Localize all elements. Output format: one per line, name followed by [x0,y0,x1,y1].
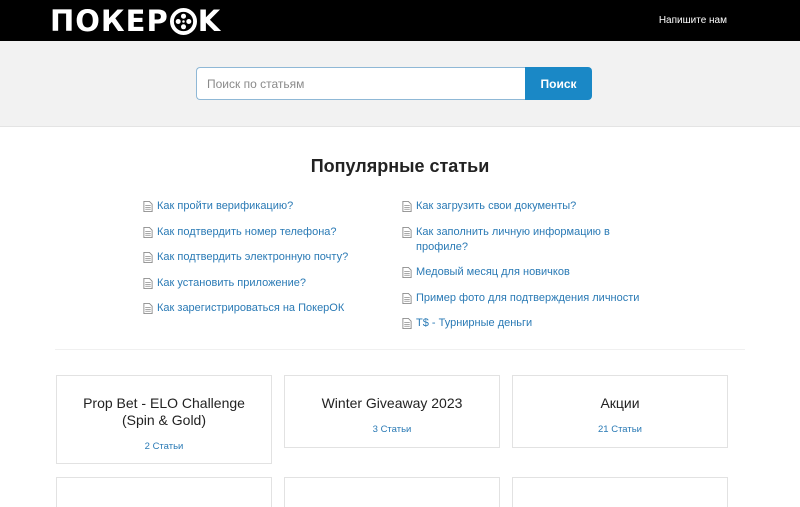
list-item[interactable]: Как заполнить личную информацию в профил… [402,225,642,255]
article-link[interactable]: Как зарегистрироваться на ПокерОК [157,301,344,316]
document-icon [402,318,412,329]
article-link[interactable]: Как загрузить свои документы? [416,199,576,214]
category-article-count[interactable]: 21 Статьи [513,424,727,435]
film-reel-icon [169,7,197,35]
document-icon [402,201,412,212]
document-icon [143,252,153,263]
document-icon [402,226,412,238]
popular-articles-title: Популярные статьи [310,156,490,176]
logo[interactable]: ПОКЕР K [50,6,221,36]
list-item[interactable]: Как установить приложение? [143,276,393,291]
article-link[interactable]: T$ - Турнирные деньги [416,316,532,331]
article-link[interactable]: Как пройти верификацию? [157,199,293,214]
document-icon [143,226,153,238]
list-item[interactable]: Как подтвердить номер телефона? [143,225,393,240]
popular-articles-left: Как пройти верификацию? Как подтвердить … [143,199,393,327]
list-item[interactable]: T$ - Турнирные деньги [402,316,642,331]
article-link[interactable]: Как подтвердить номер телефона? [157,225,337,240]
category-title: Winter Giveaway 2023 [321,395,463,411]
category-title: Акции [600,395,640,411]
article-link[interactable]: Как заполнить личную информацию в профил… [416,225,642,255]
list-item[interactable]: Как подтвердить электронную почту? [143,250,393,265]
article-link[interactable]: Как подтвердить электронную почту? [157,250,348,265]
category-card-partial[interactable] [56,477,272,507]
search-button[interactable]: Поиск [525,67,592,100]
popular-articles-right: Как загрузить свои документы? Как заполн… [402,199,642,342]
list-item[interactable]: Пример фото для подтверждения личности [402,291,642,306]
list-item[interactable]: Как загрузить свои документы? [402,199,642,214]
category-article-count[interactable]: 2 Статьи [57,441,271,452]
article-link[interactable]: Пример фото для подтверждения личности [416,291,639,306]
category-article-count[interactable]: 3 Статьи [285,424,499,435]
article-link[interactable]: Медовый месяц для новичков [416,265,570,280]
category-card-partial[interactable] [284,477,500,507]
section-divider [55,349,745,350]
logo-text-left: ПОКЕР [50,4,169,38]
category-card-prop-bet[interactable]: Prop Bet - ELO Challenge (Spin & Gold) 2… [56,375,272,464]
document-icon [402,267,412,278]
search-band: Поиск [0,41,800,127]
article-link[interactable]: Как установить приложение? [157,276,306,291]
document-icon [143,277,153,289]
category-card-promotions[interactable]: Акции 21 Статьи [512,375,728,448]
category-card-partial[interactable] [512,477,728,507]
document-icon [402,292,412,304]
list-item[interactable]: Медовый месяц для новичков [402,265,642,280]
search-input[interactable] [196,67,526,100]
list-item[interactable]: Как пройти верификацию? [143,199,393,214]
document-icon [143,201,153,212]
top-bar: ПОКЕР K Напишите нам [0,0,800,41]
category-card-winter-giveaway[interactable]: Winter Giveaway 2023 3 Статьи [284,375,500,448]
list-item[interactable]: Как зарегистрироваться на ПокерОК [143,301,393,316]
category-title: Prop Bet - ELO Challenge (Spin & Gold) [83,395,245,428]
logo-text-right: K [197,4,222,38]
contact-us-link[interactable]: Напишите нам [659,15,727,26]
document-icon [143,303,153,314]
